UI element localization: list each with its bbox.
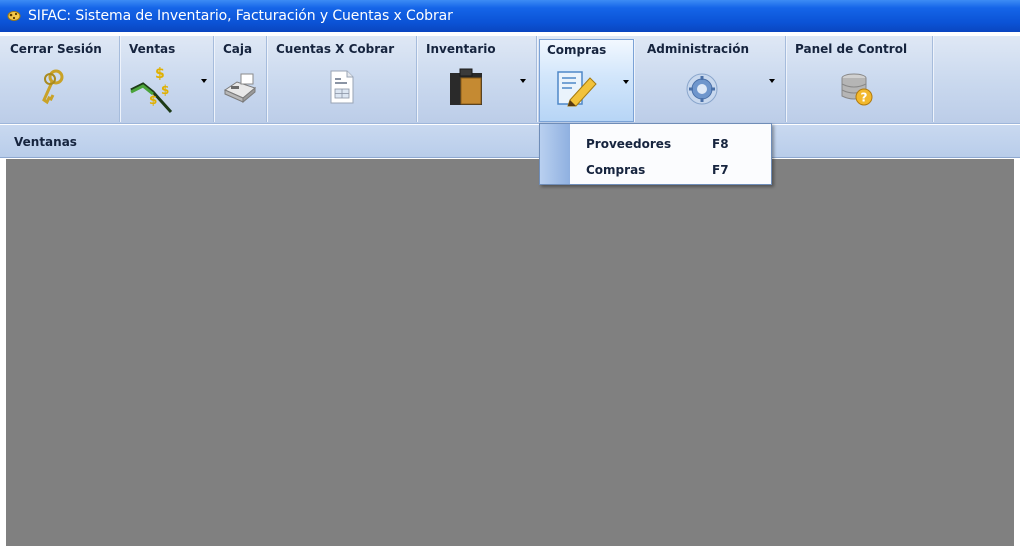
menu-item-suppliers-shortcut: F8 — [712, 137, 729, 151]
menu-item-suppliers-label: Proveedores — [586, 137, 672, 151]
purchases-button[interactable]: Compras — [539, 39, 634, 122]
windows-menu-bar[interactable]: Ventanas — [0, 125, 1020, 158]
svg-text:$: $ — [161, 83, 169, 97]
purchases-dropdown-menu: Proveedores F8 Compras F7 — [539, 123, 772, 185]
menu-item-purchases-label: Compras — [586, 163, 646, 177]
logout-button[interactable]: Cerrar Sesión — [2, 36, 120, 122]
sales-dropdown-arrow-icon[interactable] — [201, 79, 207, 83]
purchases-button-label: Compras — [547, 43, 607, 57]
svg-text:$: $ — [149, 93, 157, 107]
gear-icon — [686, 73, 718, 105]
inventory-dropdown-arrow-icon[interactable] — [520, 79, 526, 83]
windows-menu-label[interactable]: Ventanas — [14, 135, 77, 149]
window-frame-right — [1014, 159, 1020, 546]
sales-button[interactable]: Ventas $ $ $ — [121, 36, 214, 122]
mdi-workspace — [6, 159, 1014, 546]
administration-dropdown-arrow-icon[interactable] — [769, 79, 775, 83]
svg-text:?: ? — [861, 91, 868, 105]
document-icon — [330, 70, 354, 104]
menu-item-purchases[interactable]: Compras F7 — [570, 154, 771, 182]
accounts-receivable-button[interactable]: Cuentas X Cobrar — [268, 36, 417, 122]
sales-button-label: Ventas — [129, 42, 176, 56]
database-help-icon: ? — [841, 73, 873, 106]
cash-register-button[interactable]: Caja — [215, 36, 267, 122]
app-logo-icon — [7, 11, 21, 21]
menu-gutter — [540, 124, 570, 184]
administration-button-label: Administración — [647, 42, 750, 56]
clipboard-icon — [450, 68, 482, 105]
cash-register-icon — [223, 73, 257, 104]
accounts-receivable-button-label: Cuentas X Cobrar — [276, 42, 395, 56]
inventory-button-label: Inventario — [426, 42, 496, 56]
svg-text:$: $ — [155, 66, 165, 82]
control-panel-button-label: Panel de Control — [795, 42, 908, 56]
administration-button[interactable]: Administración — [639, 36, 786, 122]
purchases-dropdown-arrow-icon[interactable] — [623, 80, 629, 84]
control-panel-button[interactable]: Panel de Control ? — [787, 36, 933, 122]
main-window: SIFAC: Sistema de Inventario, Facturació… — [0, 0, 1020, 546]
logout-button-label: Cerrar Sesión — [10, 42, 102, 56]
edit-document-icon — [557, 71, 597, 107]
cash-register-button-label: Caja — [223, 42, 253, 56]
title-bar[interactable]: SIFAC: Sistema de Inventario, Facturació… — [0, 0, 1020, 32]
window-title: SIFAC: Sistema de Inventario, Facturació… — [28, 8, 453, 24]
inventory-button[interactable]: Inventario — [418, 36, 537, 122]
main-toolbar: Cerrar Sesión Ventas $ $ $ Caja Cuentas … — [0, 36, 1020, 124]
menu-item-suppliers[interactable]: Proveedores F8 — [570, 128, 771, 156]
keys-icon — [42, 69, 64, 105]
sales-chart-icon: $ $ $ — [130, 66, 173, 114]
menu-item-purchases-shortcut: F7 — [712, 163, 729, 177]
